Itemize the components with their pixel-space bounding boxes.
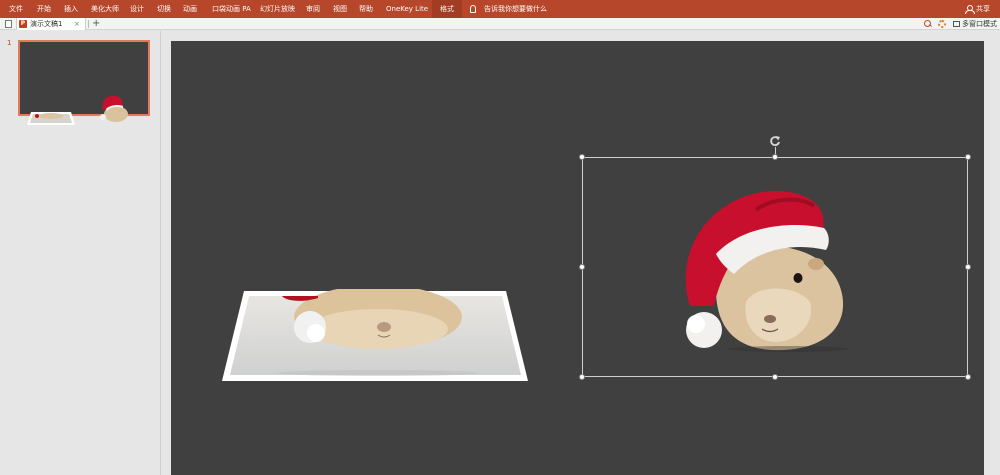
ribbon-menu-bar: 文件 开始 插入 美化大师 设计 切换 动画 口袋动画 PA 幻灯片放映 审阅 … (0, 0, 1000, 18)
new-tab-button[interactable]: + (92, 18, 100, 30)
resize-handle-bottom-left[interactable] (579, 374, 585, 380)
share-button[interactable]: 共享 (965, 0, 990, 18)
document-tab[interactable]: P 演示文稿1 × (16, 18, 86, 30)
gear-icon[interactable] (938, 20, 946, 28)
resize-handle-top-left[interactable] (579, 154, 585, 160)
powerpoint-icon: P (19, 20, 27, 28)
document-icon[interactable] (5, 20, 12, 28)
resize-handle-left[interactable] (579, 264, 585, 270)
menu-file[interactable]: 文件 (9, 0, 23, 18)
menu-pocket-animation[interactable]: 口袋动画 PA (212, 0, 251, 18)
thumbnail-guinea-pig-image (100, 95, 128, 122)
app-window: 文件 开始 插入 美化大师 设计 切换 动画 口袋动画 PA 幻灯片放映 审阅 … (0, 0, 1000, 475)
resize-handle-top-right[interactable] (965, 154, 971, 160)
menu-home[interactable]: 开始 (37, 0, 51, 18)
selection-frame[interactable] (582, 157, 968, 377)
zoom-icon[interactable] (924, 20, 932, 28)
document-title: 演示文稿1 (30, 20, 63, 28)
menu-insert[interactable]: 插入 (64, 0, 78, 18)
resize-handle-bottom[interactable] (772, 374, 778, 380)
menu-format[interactable]: 格式 (432, 0, 462, 18)
framed-photo-image[interactable] (222, 289, 530, 384)
menu-animations[interactable]: 动画 (183, 0, 197, 18)
close-tab-icon[interactable]: × (74, 18, 80, 30)
menu-review[interactable]: 审阅 (306, 0, 320, 18)
thumbnail-photo-image (27, 112, 75, 125)
resize-handle-top[interactable] (772, 154, 778, 160)
menu-beautify[interactable]: 美化大师 (91, 0, 119, 18)
rotate-icon[interactable] (769, 135, 781, 147)
multi-window-mode-button[interactable]: 多窗口模式 (962, 18, 997, 30)
tab-separator (88, 20, 89, 28)
lightbulb-icon[interactable] (470, 5, 476, 13)
menu-onekey-lite[interactable]: OneKey Lite (386, 0, 428, 18)
resize-handle-right[interactable] (965, 264, 971, 270)
slide-number: 1 (7, 39, 12, 47)
slide-canvas[interactable] (171, 41, 984, 475)
menu-design[interactable]: 设计 (130, 0, 144, 18)
menu-help[interactable]: 帮助 (359, 0, 373, 18)
tell-me-search[interactable]: 告诉我你想要做什么 (484, 0, 547, 18)
menu-slideshow[interactable]: 幻灯片放映 (260, 0, 295, 18)
share-label: 共享 (976, 5, 990, 13)
resize-handle-bottom-right[interactable] (965, 374, 971, 380)
person-icon (965, 5, 975, 14)
slide-thumbnail-pane: 1 (0, 31, 161, 475)
menu-view[interactable]: 视图 (333, 0, 347, 18)
document-tab-bar: P 演示文稿1 × + 多窗口模式 (0, 18, 1000, 30)
window-icon[interactable] (953, 21, 960, 27)
menu-transitions[interactable]: 切换 (157, 0, 171, 18)
